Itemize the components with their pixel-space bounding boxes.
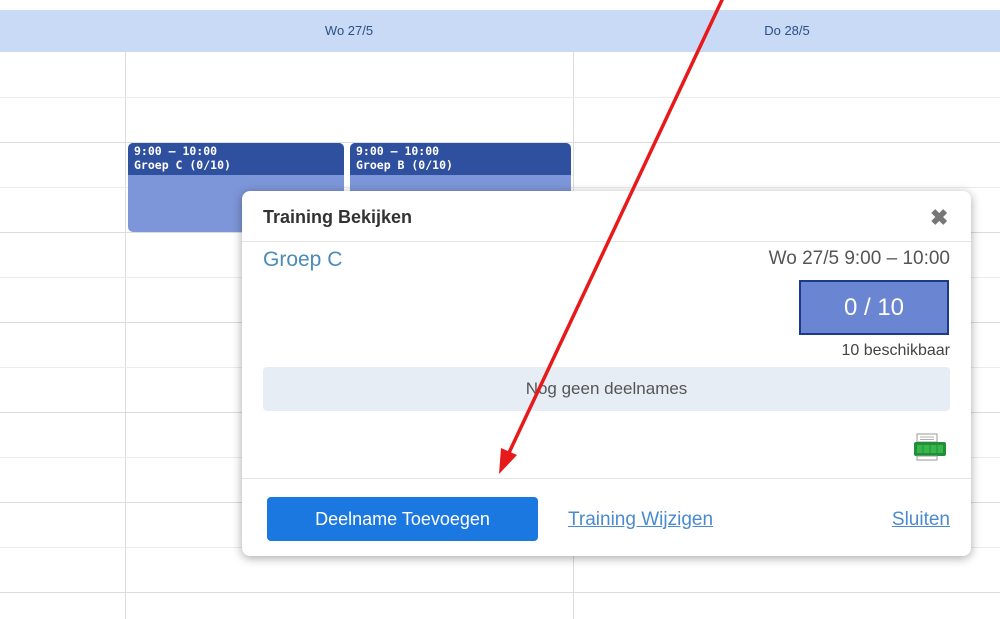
event-time: 9:00 – 10:00: [350, 143, 571, 158]
group-name: Groep C: [263, 248, 343, 271]
close-link[interactable]: Sluiten: [892, 509, 950, 531]
available-count: 10 beschikbaar: [841, 342, 950, 359]
event-title: Groep B (0/10): [350, 158, 571, 175]
event-title: Groep C (0/10): [128, 158, 344, 175]
calendar-header: Wo 27/5 Do 28/5: [0, 10, 1000, 52]
add-participation-button[interactable]: Deelname Toevoegen: [267, 497, 538, 541]
capacity-badge: 0 / 10: [799, 280, 949, 335]
no-participants-message: Nog geen deelnames: [263, 367, 950, 411]
modal-footer-divider: [242, 478, 971, 479]
day-header-thursday[interactable]: Do 28/5: [574, 10, 1000, 52]
close-icon[interactable]: ✖: [930, 205, 948, 231]
excel-export-icon[interactable]: [912, 433, 948, 463]
day-header-wednesday[interactable]: Wo 27/5: [125, 10, 573, 52]
event-time: 9:00 – 10:00: [128, 143, 344, 158]
training-view-modal: Training Bekijken ✖ Groep C Wo 27/5 9:00…: [242, 191, 971, 556]
grid-line: [0, 97, 1000, 98]
grid-line: [0, 592, 1000, 593]
grid-line: [125, 52, 126, 619]
modal-title: Training Bekijken: [263, 207, 413, 227]
training-date-time: Wo 27/5 9:00 – 10:00: [768, 248, 950, 269]
edit-training-link[interactable]: Training Wijzigen: [568, 509, 713, 531]
modal-header-divider: [242, 241, 971, 242]
